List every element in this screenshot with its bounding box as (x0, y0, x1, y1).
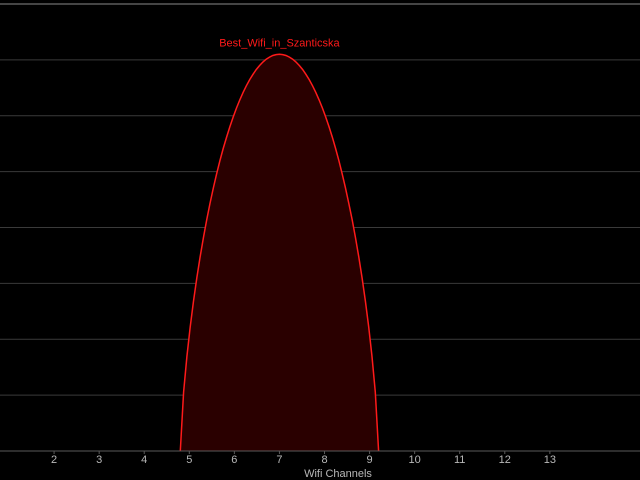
x-tick-label: 6 (231, 454, 237, 466)
wifi-channel-graph: Best_Wifi_in_Szanticska 2 3 4 5 6 7 8 9 10 11 12 13… (0, 0, 640, 480)
x-tick-label: 8 (321, 454, 327, 466)
x-tick-label: 9 (367, 454, 373, 466)
series-layer: Best_Wifi_in_Szanticska (179, 37, 380, 452)
x-tick-label: 3 (96, 454, 102, 466)
x-tick-label: 2 (51, 454, 57, 466)
x-tick-label: 4 (141, 454, 147, 466)
channel-graph-plot: Best_Wifi_in_Szanticska 2 3 4 5 6 7 8 9 10 11 12 13… (0, 3, 640, 480)
x-tick-label: 5 (186, 454, 192, 466)
x-tick-label: 13 (544, 454, 556, 466)
x-tick-label: 7 (276, 454, 282, 466)
x-tick-label: 12 (499, 454, 511, 466)
series-label: Best_Wifi_in_Szanticska (219, 37, 340, 49)
x-tick-label: 10 (409, 454, 421, 466)
x-axis: 2 3 4 5 6 7 8 9 10 11 12 13 (0, 450, 640, 466)
x-tick-label: 11 (454, 454, 465, 466)
series-area (180, 54, 379, 452)
x-axis-title: Wifi Channels (304, 468, 372, 480)
